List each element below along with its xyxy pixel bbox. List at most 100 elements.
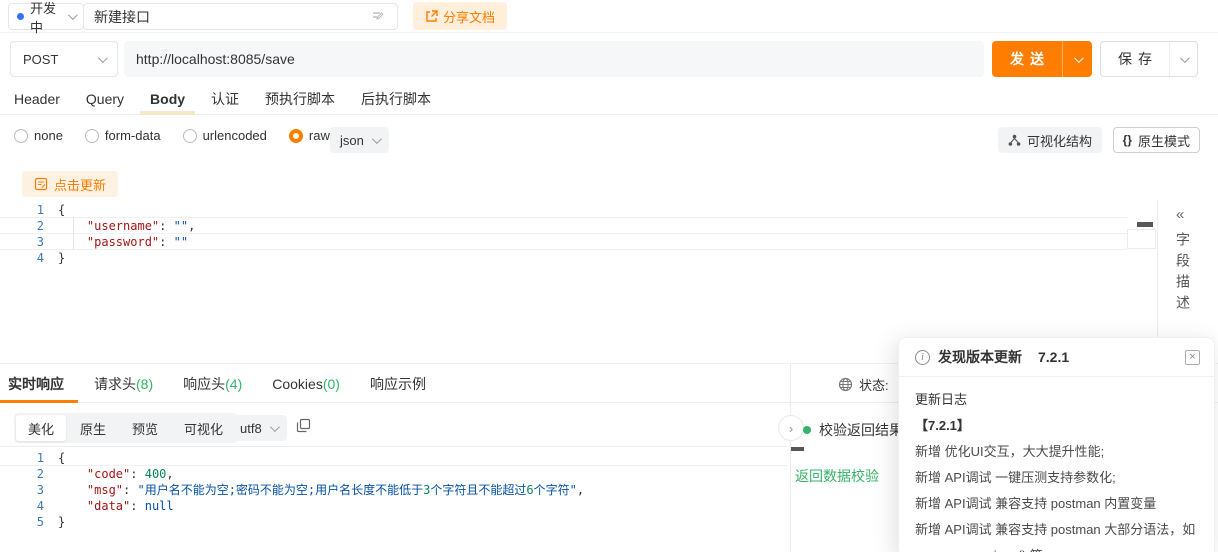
view-button-预览[interactable]: 预览: [120, 415, 170, 441]
status-dot-icon: [17, 13, 24, 20]
click-update-button[interactable]: 点击更新: [22, 171, 118, 197]
api-status-label: 开发中: [30, 0, 62, 36]
request-tab-label: Body: [150, 91, 185, 107]
request-tab-后执行脚本[interactable]: 后执行脚本: [361, 84, 431, 114]
line-number: 3: [0, 482, 58, 498]
tab-count: (8): [136, 376, 153, 392]
send-options-button[interactable]: [1062, 41, 1092, 77]
response-tab-label: Cookies: [272, 376, 323, 392]
minimap-code-mark: [1137, 222, 1153, 227]
active-tab-underline: [140, 111, 195, 115]
view-button-原生[interactable]: 原生: [68, 415, 118, 441]
braces-icon: {}: [1123, 133, 1132, 147]
radio-label: none: [34, 128, 63, 143]
collapse-handle[interactable]: ›: [778, 415, 804, 441]
response-tab-请求头[interactable]: 请求头(8): [94, 366, 153, 402]
response-tab-label: 实时响应: [8, 374, 64, 394]
request-body-editor[interactable]: 1{2 "username": "",3 "password": ""4}: [0, 202, 1127, 335]
body-type-radio-urlencoded[interactable]: urlencoded: [183, 128, 267, 143]
view-button-美化[interactable]: 美化: [16, 415, 66, 441]
response-toolbar: 美化原生预览可视化 utf8: [0, 410, 788, 447]
success-dot-icon: [803, 426, 811, 434]
visual-structure-button[interactable]: 可视化结构: [998, 127, 1102, 153]
editor-minimap[interactable]: [1127, 202, 1157, 335]
request-tab-认证[interactable]: 认证: [211, 84, 239, 114]
tab-count: (0): [323, 376, 340, 392]
line-number: 2: [0, 466, 58, 482]
request-tab-label: Header: [14, 91, 60, 107]
chevron-down-icon: [98, 53, 108, 63]
send-label: 发送: [992, 41, 1062, 77]
copy-button[interactable]: [296, 418, 311, 433]
save-label: 保存: [1101, 42, 1169, 76]
url-input[interactable]: http://localhost:8085/save: [124, 41, 984, 77]
encoding-select[interactable]: utf8: [230, 415, 287, 441]
apipost-window: 开发中 新建接口 分享文档 POST http://localhost:8085…: [0, 0, 1218, 552]
api-title-input[interactable]: 新建接口: [83, 3, 398, 30]
response-tab-响应头[interactable]: 响应头(4): [183, 366, 242, 402]
visual-structure-label: 可视化结构: [1027, 131, 1092, 150]
line-number: 1: [0, 202, 58, 218]
body-type-radio-form-data[interactable]: form-data: [85, 128, 161, 143]
request-tab-Header[interactable]: Header: [14, 84, 60, 114]
response-tab-实时响应[interactable]: 实时响应: [8, 366, 64, 402]
changelog-entry: 【7.2.1】: [915, 413, 1198, 439]
body-type-radio-raw[interactable]: raw: [289, 128, 330, 143]
radio-icon: [85, 129, 99, 143]
code-text: }: [58, 514, 788, 530]
request-tab-预执行脚本[interactable]: 预执行脚本: [265, 84, 335, 114]
active-tab-underline: [0, 400, 78, 403]
request-tab-Body[interactable]: Body: [150, 84, 185, 114]
save-button[interactable]: 保存: [1100, 41, 1198, 77]
save-options-button[interactable]: [1169, 42, 1197, 76]
send-button[interactable]: 发送: [992, 41, 1092, 77]
body-type-radio-none[interactable]: none: [14, 128, 63, 143]
request-tab-label: Query: [86, 91, 124, 107]
raw-mode-button[interactable]: {} 原生模式: [1113, 127, 1200, 153]
edit-icon[interactable]: [372, 9, 387, 24]
code-line: 4}: [0, 250, 1127, 266]
chevron-down-icon: [68, 10, 78, 20]
request-tab-Query[interactable]: Query: [86, 84, 124, 114]
response-body-editor[interactable]: 1{2 "code": 400,3 "msg": "用户名不能为空;密码不能为空…: [0, 450, 788, 552]
update-popup: i 发现版本更新 7.2.1 × 更新日志 【7.2.1】新增 优化UI交互，大…: [898, 337, 1215, 552]
popup-body: 更新日志 【7.2.1】新增 优化UI交互，大大提升性能;新增 API调试 一键…: [899, 377, 1214, 552]
radio-label: raw: [309, 128, 330, 143]
code-text: "data": null: [58, 498, 788, 514]
line-number: 1: [0, 450, 58, 466]
request-tab-label: 预执行脚本: [265, 89, 335, 109]
chevron-down-icon: [372, 134, 382, 144]
popup-version: 7.2.1: [1038, 349, 1069, 365]
close-icon[interactable]: ×: [1185, 350, 1200, 365]
radio-label: form-data: [105, 128, 161, 143]
code-text: "password": "": [58, 234, 1127, 250]
response-tab-响应示例[interactable]: 响应示例: [370, 366, 426, 402]
response-tab-Cookies[interactable]: Cookies(0): [272, 366, 340, 402]
changelog-entry: 新增 API调试 兼容支持 postman 内置变量: [915, 491, 1198, 517]
code-text: "code": 400,: [58, 466, 788, 482]
info-icon: i: [915, 350, 930, 365]
share-doc-button[interactable]: 分享文档: [413, 2, 507, 30]
collapse-panel-icon[interactable]: «: [1176, 206, 1184, 223]
indent-guide: [73, 218, 74, 250]
changelog-entry: 新增 优化UI交互，大大提升性能;: [915, 439, 1198, 465]
changelog-entries: 【7.2.1】新增 优化UI交互，大大提升性能;新增 API调试 一键压测支持参…: [915, 413, 1198, 552]
method-select[interactable]: POST: [10, 41, 118, 77]
raw-format-select[interactable]: json: [330, 127, 389, 153]
api-status-select[interactable]: 开发中: [8, 3, 84, 30]
raw-format-value: json: [340, 133, 364, 148]
code-line: 3 "msg": "用户名不能为空;密码不能为空;用户名长度不能低于3个字符且不…: [0, 482, 788, 498]
validation-link[interactable]: 返回数据校验: [795, 466, 879, 486]
doc-refresh-icon: [34, 177, 48, 191]
nodes-icon: [1008, 134, 1021, 147]
request-tabs: Header Query Body 认证 预执行脚本 后执行脚本: [0, 84, 1218, 115]
code-line: 1{: [0, 450, 788, 466]
changelog-entry: 新增 API调试 兼容支持 postman 大部分语法，如 pm.respons…: [915, 517, 1198, 552]
field-description-label: 字段描述: [1173, 232, 1193, 316]
code-text: }: [58, 250, 1127, 266]
share-icon: [425, 10, 438, 23]
line-number: 5: [0, 514, 58, 530]
view-button-可视化[interactable]: 可视化: [172, 415, 235, 441]
line-number: 4: [0, 498, 58, 514]
topbar: 开发中 新建接口 分享文档: [0, 0, 1218, 33]
